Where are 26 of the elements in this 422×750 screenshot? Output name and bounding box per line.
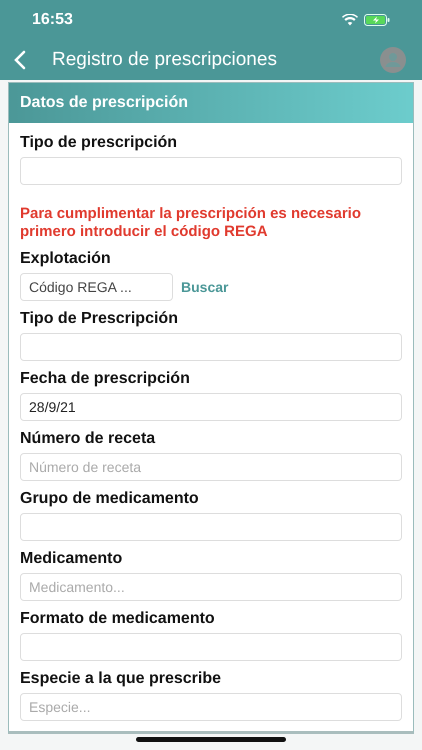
screen-title: Registro de prescripciones [52,49,278,71]
back-button[interactable] [12,48,28,72]
field-label: Tipo de prescripción [20,133,178,153]
field-label: Grupo de medicamento [20,489,200,509]
status-time: 16:53 [32,11,73,29]
field-label: Explotación [20,249,112,269]
field-label: Formato de medicamento [20,609,216,629]
input-field[interactable] [20,333,402,361]
card-header: Datos de prescripción [9,83,413,123]
field-label: Medicamento [20,549,124,569]
input-field[interactable]: Número de receta [20,453,402,481]
warning-message: Para cumplimentar la prescripción es necesario primero introducir el código REGA [20,205,362,241]
field-label: Número de receta [20,429,156,449]
battery-icon [364,14,390,26]
field-label: Fecha de prescripción [20,369,191,389]
input-field[interactable]: 28/9/21 [20,393,402,421]
input-field[interactable] [20,513,402,541]
field-label: Especie a la que prescribe [20,669,222,689]
input-field[interactable]: Medicamento... [20,573,402,601]
input-field[interactable]: Código REGA ... [20,273,173,301]
input-field[interactable] [20,633,402,661]
field-label: Tipo de Prescripción [20,309,179,329]
wifi-icon [342,14,358,26]
input-field[interactable] [20,157,402,185]
input-field[interactable]: Especie... [20,693,402,721]
avatar-icon[interactable] [380,47,406,73]
